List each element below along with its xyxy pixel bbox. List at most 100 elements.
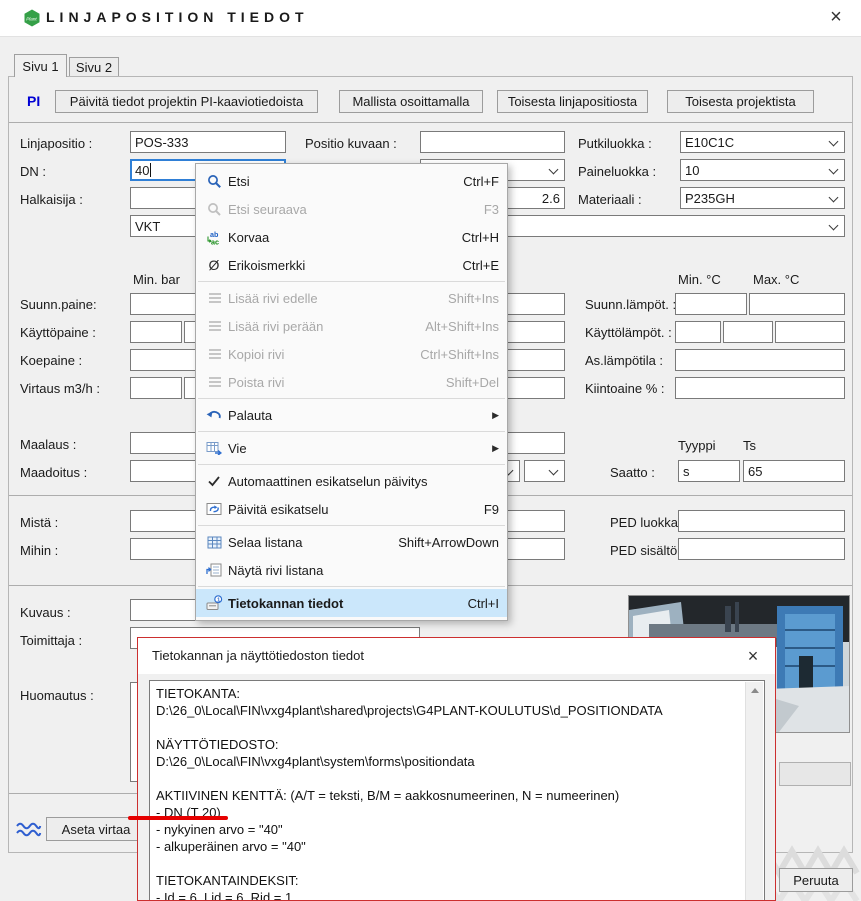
toisesta-projektista-button[interactable]: Toisesta projektista (667, 90, 814, 113)
kayttolampot-field-2[interactable] (723, 321, 773, 343)
submenu-arrow-icon: ▶ (492, 410, 499, 421)
aseta-virtaa-button[interactable]: Aseta virtaa (46, 817, 146, 841)
database-info-icon: 1 (200, 595, 228, 611)
flow-wave-icon (15, 820, 42, 842)
ped-luokka-field[interactable] (678, 510, 845, 532)
chevron-down-icon (549, 165, 559, 175)
insert-row-below-icon (200, 320, 228, 332)
submenu-arrow-icon: ▶ (492, 443, 499, 454)
suunn-lampot-max-field[interactable] (749, 293, 845, 315)
menu-item-automaattinen-esikatselu[interactable]: Automaattinen esikatselun päivitys (196, 467, 507, 495)
dialog-title-bar: Tietokannan ja näyttötiedoston tiedot × (138, 638, 775, 674)
info-line: - nykyinen arvo = "40" (156, 821, 740, 838)
tab-sivu-1[interactable]: Sivu 1 (14, 54, 67, 77)
tyyppi-header: Tyyppi (678, 438, 716, 453)
kayttolampot-field-3[interactable] (775, 321, 845, 343)
paineluokka-select[interactable]: 10 (680, 159, 845, 181)
kayttopaine-field-1[interactable] (130, 321, 182, 343)
menu-item-etsi[interactable]: Etsi Ctrl+F (196, 167, 507, 195)
toimittaja-label: Toimittaja : (20, 633, 82, 648)
ts-header: Ts (743, 438, 756, 453)
menu-item-paivita-esikatselu[interactable]: Päivitä esikatselu F9 (196, 495, 507, 523)
kayttolampot-label: Käyttölämpöt. : (585, 325, 672, 340)
max-c-header: Max. °C (753, 272, 799, 287)
menu-item-tietokannan-tiedot[interactable]: 1 Tietokannan tiedot Ctrl+I (196, 589, 507, 617)
info-line-active-field: - DN (T 20) (156, 804, 740, 821)
suunn-paine-label: Suunn.paine: (20, 297, 97, 312)
tietokanta-info-dialog: Tietokannan ja näyttötiedoston tiedot × … (137, 637, 776, 901)
maadoitus-select-2[interactable] (524, 460, 565, 482)
maalaus-label: Maalaus : (20, 437, 76, 452)
unlabeled-button[interactable] (779, 762, 851, 786)
saatto-ts-field[interactable]: 65 (743, 460, 845, 482)
window-close-icon[interactable]: × (823, 4, 849, 30)
menu-item-vie[interactable]: Vie ▶ (196, 434, 507, 462)
menu-item-nayta-rivi-listana[interactable]: Näytä rivi listana (196, 556, 507, 584)
as-lampotila-field[interactable] (675, 349, 845, 371)
menu-item-korvaa[interactable]: abac Korvaa Ctrl+H (196, 223, 507, 251)
suunn-lampot-min-field[interactable] (675, 293, 747, 315)
paivita-pi-button[interactable]: Päivitä tiedot projektin PI-kaaviotiedoi… (55, 90, 318, 113)
scrollbar[interactable] (745, 682, 763, 900)
search-icon (200, 174, 228, 189)
ped-luokka-label: PED luokka : (610, 515, 685, 530)
menu-item-poista-rivi: Poista rivi Shift+Del (196, 368, 507, 396)
linjapositio-field[interactable]: POS-333 (130, 131, 286, 153)
huomautus-label: Huomautus : (20, 688, 94, 703)
menu-item-selaa-listana[interactable]: Selaa listana Shift+ArrowDown (196, 528, 507, 556)
materiaali-label: Materiaali : (578, 192, 642, 207)
chevron-down-icon (829, 221, 839, 231)
menu-item-kopioi-rivi: Kopioi rivi Ctrl+Shift+Ins (196, 340, 507, 368)
ped-sisalto-field[interactable] (678, 538, 845, 560)
suunn-lampot-label: Suunn.lämpöt. : (585, 297, 676, 312)
kayttopaine-label: Käyttöpaine : (20, 325, 96, 340)
materiaali-select[interactable]: P235GH (680, 187, 845, 209)
table-list-icon (200, 536, 228, 549)
special-char-icon: Ø (200, 257, 228, 273)
info-line (156, 770, 740, 787)
positio-kuvaan-field[interactable] (420, 131, 565, 153)
menu-item-etsi-seuraava: Etsi seuraava F3 (196, 195, 507, 223)
info-line: AKTIIVINEN KENTTÄ: (A/T = teksti, B/M = … (156, 787, 740, 804)
info-line (156, 855, 740, 872)
separator (9, 122, 852, 123)
virtaus-label: Virtaus m3/h : (20, 381, 100, 396)
ped-sisalto-label: PED sisältö : (610, 543, 684, 558)
mallista-osoittamalla-button[interactable]: Mallista osoittamalla (339, 90, 483, 113)
koepaine-label: Koepaine : (20, 353, 82, 368)
svg-text:Plant: Plant (26, 16, 37, 21)
linjaposition-tiedot-window: Plant LINJAPOSITION TIEDOT × Sivu 1 Sivu… (0, 0, 861, 901)
info-line: TIETOKANTA: (156, 685, 740, 702)
info-line: D:\26_0\Local\FIN\vxg4plant\system\forms… (156, 753, 740, 770)
chevron-down-icon (829, 193, 839, 203)
peruuta-button[interactable]: Peruuta (779, 868, 853, 892)
chevron-down-icon (829, 165, 839, 175)
scroll-up-icon[interactable] (746, 682, 763, 699)
menu-item-erikoismerkki[interactable]: Ø Erikoismerkki Ctrl+E (196, 251, 507, 279)
menu-item-palauta[interactable]: Palauta ▶ (196, 401, 507, 429)
menu-separator (198, 586, 505, 587)
mihin-label: Mihin : (20, 543, 58, 558)
positio-kuvaan-label: Positio kuvaan : (305, 136, 397, 151)
dialog-close-icon[interactable]: × (741, 644, 765, 668)
menu-separator (198, 398, 505, 399)
virtaus-field-1[interactable] (130, 377, 182, 399)
saatto-tyyppi-field[interactable]: s (678, 460, 740, 482)
copy-row-icon (200, 348, 228, 360)
info-line (156, 719, 740, 736)
undo-icon (200, 409, 228, 422)
toisesta-linjapositiosta-button[interactable]: Toisesta linjapositiosta (497, 90, 648, 113)
kayttolampot-field-1[interactable] (675, 321, 721, 343)
text-caret (150, 163, 151, 177)
saatto-label: Saatto : (610, 465, 655, 480)
chevron-down-icon (549, 466, 559, 476)
tab-sivu-2[interactable]: Sivu 2 (69, 57, 119, 77)
as-lampotila-label: As.lämpötila : (585, 353, 663, 368)
putkiluokka-select[interactable]: E10C1C (680, 131, 845, 153)
insert-row-above-icon (200, 292, 228, 304)
info-line: - Id = 6, Lid = 6, Rid = 1 (156, 889, 740, 901)
putkiluokka-label: Putkiluokka : (578, 136, 652, 151)
paineluokka-label: Paineluokka : (578, 164, 656, 179)
info-text-lines: TIETOKANTA: D:\26_0\Local\FIN\vxg4plant\… (156, 685, 740, 901)
kiintoaine-field[interactable] (675, 377, 845, 399)
